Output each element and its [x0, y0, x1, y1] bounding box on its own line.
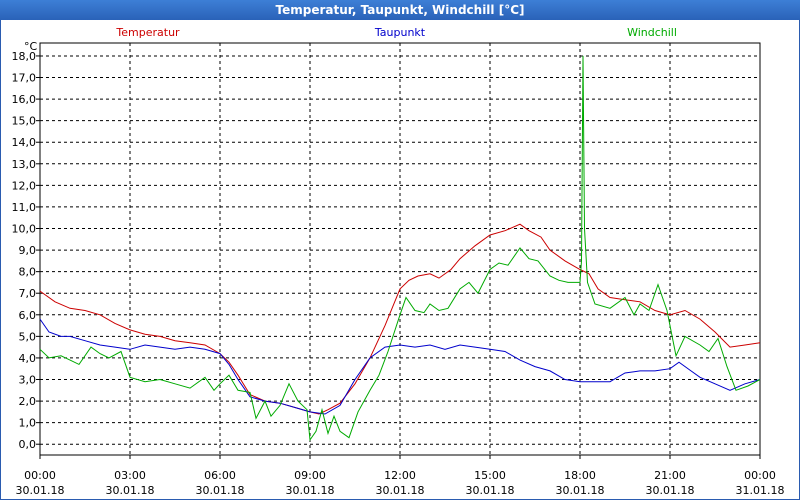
x-tick-date-label: 30.01.18 — [556, 484, 605, 497]
y-axis-unit-label: °C — [24, 40, 38, 53]
x-tick-date-label: 31.01.18 — [736, 484, 785, 497]
x-tick-time-label: 18:00 — [564, 469, 596, 482]
y-tick-label: 7,0 — [19, 287, 37, 300]
y-tick-label: 8,0 — [19, 266, 37, 279]
y-tick-label: 5,0 — [19, 330, 37, 343]
legend-item-windchill: Windchill — [627, 26, 677, 39]
y-tick-label: 0,0 — [19, 438, 37, 451]
x-tick-time-label: 03:00 — [114, 469, 146, 482]
y-tick-label: 9,0 — [19, 244, 37, 257]
y-tick-label: 15,0 — [12, 115, 37, 128]
x-tick-date-label: 30.01.18 — [376, 484, 425, 497]
y-tick-label: 12,0 — [12, 179, 37, 192]
x-tick-time-label: 21:00 — [654, 469, 686, 482]
y-tick-label: 11,0 — [12, 201, 37, 214]
y-tick-label: 4,0 — [19, 352, 37, 365]
y-tick-label: 13,0 — [12, 158, 37, 171]
x-tick-time-label: 06:00 — [204, 469, 236, 482]
x-tick-time-label: 09:00 — [294, 469, 326, 482]
legend-item-taupunkt: Taupunkt — [374, 26, 426, 39]
x-tick-time-label: 15:00 — [474, 469, 506, 482]
grid — [40, 43, 760, 455]
chart-canvas: 0,0 1,0 2,0 3,0 4,0 5,0 6,0 7,0 8,0 9,0 10,0 11,0 12… — [12, 26, 785, 497]
x-tick-time-label: 00:00 — [24, 469, 56, 482]
legend: Temperatur Taupunkt Windchill — [115, 26, 677, 39]
x-tick-date-label: 30.01.18 — [286, 484, 335, 497]
y-tick-label: 1,0 — [19, 417, 37, 430]
y-tick-label: 2,0 — [19, 395, 37, 408]
y-tick-label: 10,0 — [12, 223, 37, 236]
x-tick-time-label: 12:00 — [384, 469, 416, 482]
y-tick-label: 17,0 — [12, 72, 37, 85]
y-tick-label: 3,0 — [19, 374, 37, 387]
x-tick-date-label: 30.01.18 — [106, 484, 155, 497]
x-tick-date-label: 30.01.18 — [646, 484, 695, 497]
y-tick-label: 6,0 — [19, 309, 37, 322]
x-tick-time-label: 00:00 — [744, 469, 776, 482]
legend-item-temperatur: Temperatur — [115, 26, 180, 39]
x-tick-date-label: 30.01.18 — [196, 484, 245, 497]
y-tick-label: 16,0 — [12, 93, 37, 106]
axes: 0,0 1,0 2,0 3,0 4,0 5,0 6,0 7,0 8,0 9,0 10,0 11,0 12… — [12, 40, 785, 497]
y-tick-label: 14,0 — [12, 136, 37, 149]
x-tick-date-label: 30.01.18 — [466, 484, 515, 497]
x-tick-date-label: 30.01.18 — [16, 484, 65, 497]
